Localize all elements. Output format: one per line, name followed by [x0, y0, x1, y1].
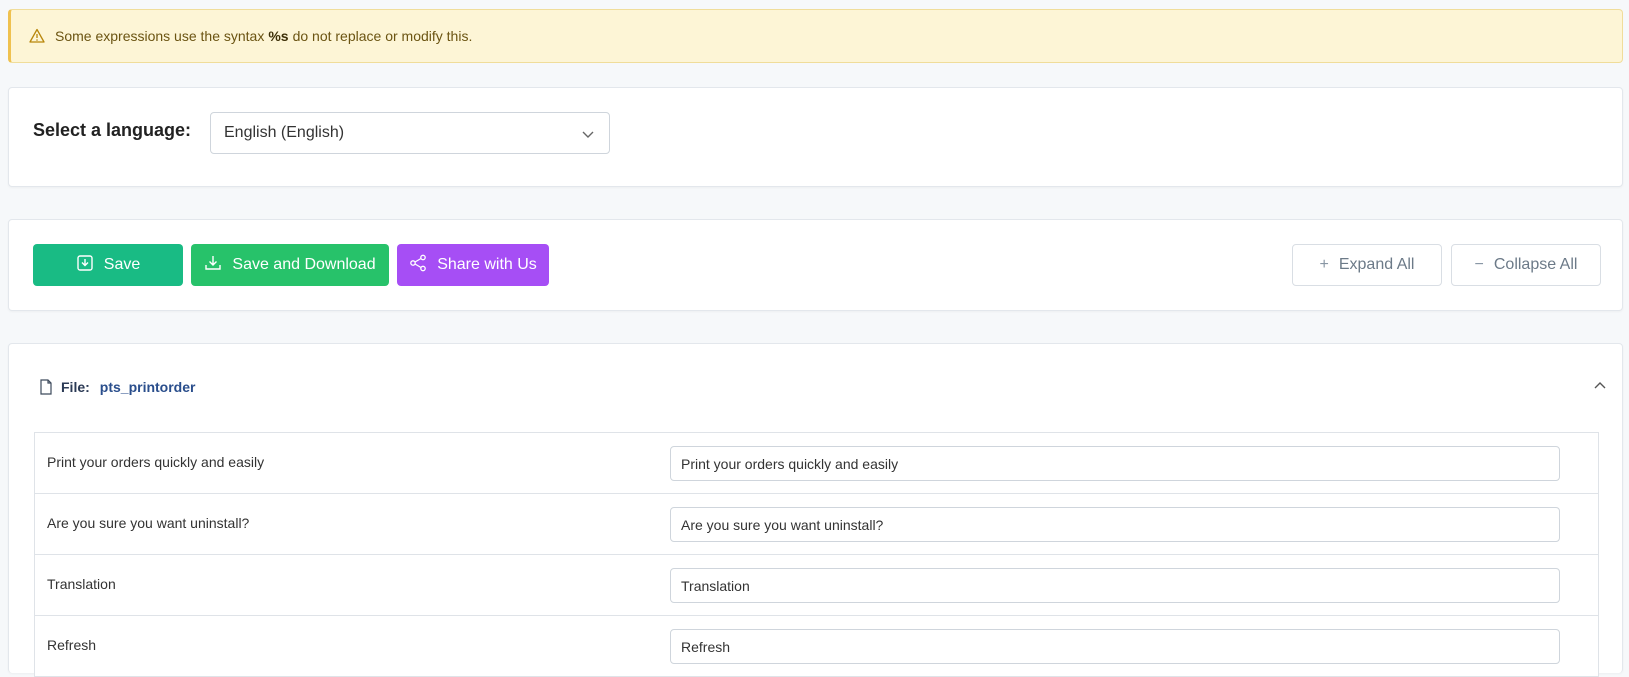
translation-input[interactable] [670, 446, 1560, 481]
warning-triangle-icon [29, 28, 45, 44]
download-icon [204, 254, 222, 277]
save-and-download-button[interactable]: Save and Download [191, 244, 389, 286]
file-header: File: pts_printorder [39, 379, 195, 395]
file-icon [39, 379, 53, 395]
syntax-warning-banner: Some expressions use the syntax %s do no… [8, 9, 1623, 63]
source-text: Refresh [47, 637, 97, 653]
collapse-all-label: Collapse All [1493, 256, 1578, 273]
save-icon [76, 254, 94, 277]
source-text: Are you sure you want uninstall? [47, 515, 250, 531]
language-select[interactable]: English (English) [210, 112, 610, 154]
save-button-label: Save [103, 256, 141, 273]
table-row: Translation [35, 555, 1598, 616]
file-card: File: pts_printorder Print your orders q… [8, 343, 1623, 677]
save-button[interactable]: Save [33, 244, 183, 286]
language-selected-value: English (English) [224, 124, 345, 141]
translation-table: Print your orders quickly and easily Are… [34, 432, 1599, 677]
share-with-us-label: Share with Us [437, 256, 537, 273]
warning-text-suffix: do not replace or modify this. [292, 28, 473, 44]
warning-syntax: %s [268, 28, 289, 44]
source-text: Translation [47, 576, 116, 592]
expand-all-button[interactable]: + Expand All [1292, 244, 1442, 286]
translation-input[interactable] [670, 629, 1560, 664]
table-row: Are you sure you want uninstall? [35, 494, 1598, 555]
source-text: Print your orders quickly and easily [47, 454, 265, 470]
file-name: pts_printorder [99, 379, 196, 395]
chevron-up-icon[interactable] [1592, 378, 1608, 394]
plus-icon: + [1319, 256, 1329, 273]
share-icon [409, 254, 427, 277]
file-label: File: [61, 379, 90, 395]
language-card: Select a language: English (English) [8, 87, 1623, 187]
table-row: Print your orders quickly and easily [35, 433, 1598, 494]
expand-all-label: Expand All [1338, 256, 1415, 273]
warning-text-prefix: Some expressions use the syntax [55, 28, 265, 44]
collapse-all-button[interactable]: − Collapse All [1451, 244, 1601, 286]
minus-icon: − [1474, 256, 1484, 273]
actions-card: Save Save and Download Share with Us + E… [8, 219, 1623, 311]
share-with-us-button[interactable]: Share with Us [397, 244, 549, 286]
language-label: Select a language: [33, 120, 192, 140]
translation-input[interactable] [670, 568, 1560, 603]
translation-input[interactable] [670, 507, 1560, 542]
table-row: Refresh [35, 616, 1598, 677]
save-and-download-label: Save and Download [232, 256, 376, 273]
chevron-down-icon [581, 127, 595, 141]
